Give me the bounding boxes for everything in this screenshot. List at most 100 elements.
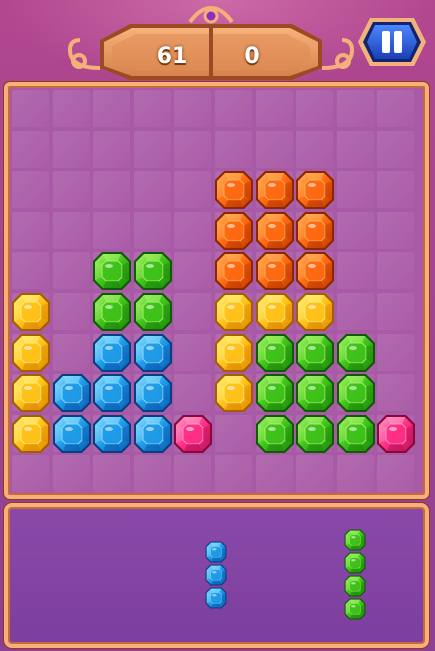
gem-yellow <box>11 333 51 373</box>
board-cell[interactable] <box>52 171 90 209</box>
board-cell[interactable] <box>336 455 374 493</box>
board-cell[interactable] <box>377 252 415 290</box>
board-cell[interactable] <box>174 252 212 290</box>
gem-green <box>92 292 132 332</box>
board-cell[interactable] <box>336 130 374 168</box>
board-cell[interactable] <box>336 252 374 290</box>
gem-blue <box>92 333 132 373</box>
gem-blue <box>92 414 132 454</box>
board-cell[interactable] <box>174 293 212 330</box>
gem-orange <box>295 211 335 251</box>
gem-yellow <box>11 373 51 413</box>
gem-orange <box>295 170 335 210</box>
score-plaque: 61 0 <box>60 5 362 84</box>
gem-green <box>255 373 295 413</box>
board-cell[interactable] <box>336 211 374 249</box>
board-cell[interactable] <box>377 130 415 168</box>
board-cell[interactable] <box>336 171 374 209</box>
board-cell[interactable] <box>93 211 131 249</box>
gem-blue <box>92 373 132 413</box>
gem-pink <box>376 414 416 454</box>
gem-blue <box>52 373 92 413</box>
board-cell[interactable] <box>215 130 252 168</box>
gem-green <box>336 414 376 454</box>
pause-button[interactable] <box>356 14 428 70</box>
board-cell[interactable] <box>93 455 131 493</box>
gem-blue <box>52 414 92 454</box>
tray-gem-green <box>344 529 366 551</box>
tray-piece-green-i4[interactable] <box>344 529 366 621</box>
gem-orange <box>214 170 254 210</box>
board-cell[interactable] <box>215 455 252 493</box>
board-cell[interactable] <box>174 90 212 127</box>
board-cell[interactable] <box>52 130 90 168</box>
board-cell[interactable] <box>174 211 212 249</box>
gem-blue <box>133 333 173 373</box>
board-cell[interactable] <box>52 455 90 493</box>
gem-green <box>255 333 295 373</box>
gem-orange <box>255 211 295 251</box>
board-cell[interactable] <box>377 455 415 493</box>
gem-orange <box>255 170 295 210</box>
board-cell[interactable] <box>255 455 293 493</box>
gem-green <box>295 373 335 413</box>
board-cell[interactable] <box>377 211 415 249</box>
board-cell[interactable] <box>12 171 49 209</box>
board-cell[interactable] <box>377 90 415 127</box>
board-cell[interactable] <box>255 90 293 127</box>
board-cell[interactable] <box>296 455 334 493</box>
board-cell[interactable] <box>174 171 212 209</box>
board-cell[interactable] <box>52 252 90 290</box>
board-cell[interactable] <box>93 171 131 209</box>
board-cell[interactable] <box>52 90 90 127</box>
gem-blue <box>133 373 173 413</box>
board-cell[interactable] <box>93 90 131 127</box>
board-cell[interactable] <box>336 293 374 330</box>
tray-gem-green <box>344 552 366 574</box>
board-cell[interactable] <box>12 130 49 168</box>
board-cell[interactable] <box>93 130 131 168</box>
board-cell[interactable] <box>215 414 252 452</box>
board-cell[interactable] <box>255 130 293 168</box>
gem-orange <box>214 251 254 291</box>
board-cell[interactable] <box>133 455 171 493</box>
tray-gem-blue <box>205 541 227 563</box>
board-cell[interactable] <box>52 293 90 330</box>
board-cell[interactable] <box>377 333 415 371</box>
board-cell[interactable] <box>133 90 171 127</box>
game-board[interactable] <box>4 82 429 499</box>
board-cell[interactable] <box>133 130 171 168</box>
gem-green <box>295 414 335 454</box>
gem-yellow <box>214 373 254 413</box>
gem-orange <box>295 251 335 291</box>
score-value-left: 61 <box>156 44 188 69</box>
board-cell[interactable] <box>133 211 171 249</box>
board-cell[interactable] <box>174 455 212 493</box>
board-cell[interactable] <box>377 374 415 412</box>
board-cell[interactable] <box>12 211 49 249</box>
board-cell[interactable] <box>12 252 49 290</box>
board-cell[interactable] <box>174 374 212 412</box>
board-cell[interactable] <box>296 130 334 168</box>
board-cell[interactable] <box>12 90 49 127</box>
gem-green <box>295 333 335 373</box>
board-cell[interactable] <box>12 455 49 493</box>
gem-yellow <box>255 292 295 332</box>
gem-green <box>133 292 173 332</box>
board-cell[interactable] <box>52 211 90 249</box>
gem-green <box>133 251 173 291</box>
board-cell[interactable] <box>377 171 415 209</box>
board-cell[interactable] <box>377 293 415 330</box>
board-cell[interactable] <box>174 333 212 371</box>
tray-piece-blue-i3[interactable] <box>205 541 227 610</box>
board-cell[interactable] <box>52 333 90 371</box>
gem-orange <box>214 211 254 251</box>
board-cell[interactable] <box>215 90 252 127</box>
gem-yellow <box>11 414 51 454</box>
board-cell[interactable] <box>133 171 171 209</box>
board-cell[interactable] <box>296 90 334 127</box>
board-cell[interactable] <box>174 130 212 168</box>
board-cell[interactable] <box>336 90 374 127</box>
gem-yellow <box>295 292 335 332</box>
pause-icon <box>358 18 426 66</box>
